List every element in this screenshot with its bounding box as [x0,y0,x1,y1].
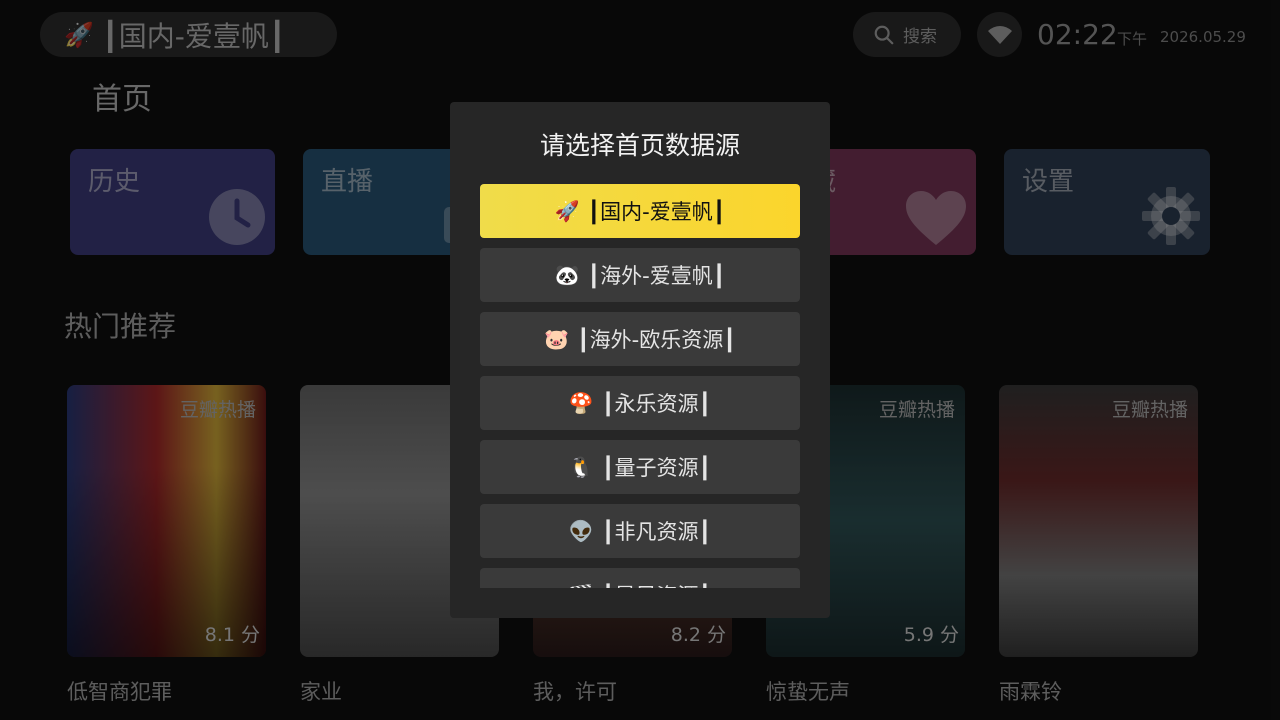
source-option[interactable]: 🐧 ┃量子资源┃ [480,440,800,494]
mushroom-icon: 🍄 [568,391,594,415]
source-option[interactable]: 🎬 ┃暴风资源┃ [480,568,800,588]
clapper-icon: 🎬 [569,583,594,588]
option-label: ┃海外-欧乐资源┃ [577,328,736,352]
option-label: ┃国内-爱壹帆┃ [587,200,726,224]
source-option-list[interactable]: 🚀 ┃国内-爱壹帆┃ 🐼 ┃海外-爱壹帆┃ 🐷 ┃海外-欧乐资源┃ 🍄 ┃永乐资… [480,184,800,588]
source-option[interactable]: 👽 ┃非凡资源┃ [480,504,800,558]
option-label: ┃海外-爱壹帆┃ [587,264,726,288]
dialog-title: 请选择首页数据源 [539,131,740,160]
option-label: ┃非凡资源┃ [601,520,712,544]
pig-icon: 🐷 [544,327,570,351]
source-option[interactable]: 🐷 ┃海外-欧乐资源┃ [480,312,800,366]
source-option[interactable]: 🍄 ┃永乐资源┃ [480,376,800,430]
penguin-icon: 🐧 [568,455,594,479]
source-option[interactable]: 🐼 ┃海外-爱壹帆┃ [480,248,800,302]
alien-icon: 👽 [568,519,594,543]
source-select-dialog: 请选择首页数据源 🚀 ┃国内-爱壹帆┃ 🐼 ┃海外-爱壹帆┃ 🐷 ┃海外-欧乐资… [450,102,830,618]
source-option-selected[interactable]: 🚀 ┃国内-爱壹帆┃ [480,184,800,238]
option-label: ┃暴风资源┃ [602,580,711,588]
option-label: ┃量子资源┃ [601,456,712,480]
panda-icon: 🐼 [554,263,580,287]
rocket-icon: 🚀 [554,199,580,223]
option-label: ┃永乐资源┃ [601,392,712,416]
